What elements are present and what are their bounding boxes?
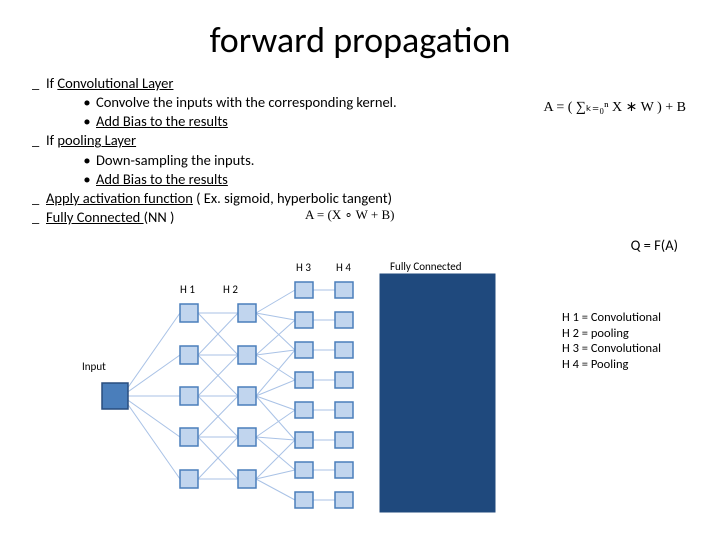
label-h1: H 1 bbox=[180, 283, 195, 296]
q-equals-fa: Q = F(A) bbox=[631, 236, 678, 254]
label-h2: H 2 bbox=[223, 283, 238, 296]
legend-h3: H 3 = Convolutional bbox=[562, 341, 661, 357]
conv-layer-if: If Convolutional Layer bbox=[46, 74, 173, 93]
label-fully-connected: Fully Connected bbox=[390, 260, 462, 273]
dash: _ bbox=[32, 208, 46, 227]
label-h4: H 4 bbox=[336, 261, 351, 274]
pool-step-2: Add Bias to the results bbox=[96, 170, 228, 189]
bullet-dot: • bbox=[78, 170, 96, 189]
bullet-content: _ If Convolutional Layer • Convolve the … bbox=[0, 74, 720, 227]
dash: _ bbox=[32, 131, 46, 150]
legend-h2: H 2 = pooling bbox=[562, 326, 661, 342]
pool-step-1: Down-sampling the inputs. bbox=[96, 151, 254, 170]
pool-layer-if: If pooling Layer bbox=[46, 131, 136, 150]
legend: H 1 = Convolutional H 2 = pooling H 3 = … bbox=[562, 310, 661, 373]
legend-h1: H 1 = Convolutional bbox=[562, 310, 661, 326]
page-title: forward propagation bbox=[0, 0, 720, 74]
network-diagram: Input H 1 H 2 H 3 H 4 Fully Connected bbox=[90, 265, 510, 525]
network-svg bbox=[90, 265, 510, 525]
formula-pool: A = (X ∘ W + B) bbox=[305, 207, 395, 223]
fully-connected-line: Fully Connected (NN ) bbox=[46, 208, 174, 227]
bullet-dot: • bbox=[78, 112, 96, 131]
conv-step-1: Convolve the inputs with the correspondi… bbox=[96, 93, 397, 112]
bullet-dot: • bbox=[78, 93, 96, 112]
formula-conv: A = ( ∑ₖ₌₀ⁿ X ∗ W ) + B bbox=[544, 99, 686, 116]
label-input: Input bbox=[82, 360, 106, 373]
legend-h4: H 4 = Pooling bbox=[562, 357, 661, 373]
activation-line: Apply activation function ( Ex. sigmoid,… bbox=[46, 189, 392, 208]
label-h3: H 3 bbox=[296, 261, 311, 274]
dash: _ bbox=[32, 74, 46, 93]
bullet-dot: • bbox=[78, 151, 96, 170]
dash: _ bbox=[32, 189, 46, 208]
conv-step-2: Add Bias to the results bbox=[96, 112, 228, 131]
